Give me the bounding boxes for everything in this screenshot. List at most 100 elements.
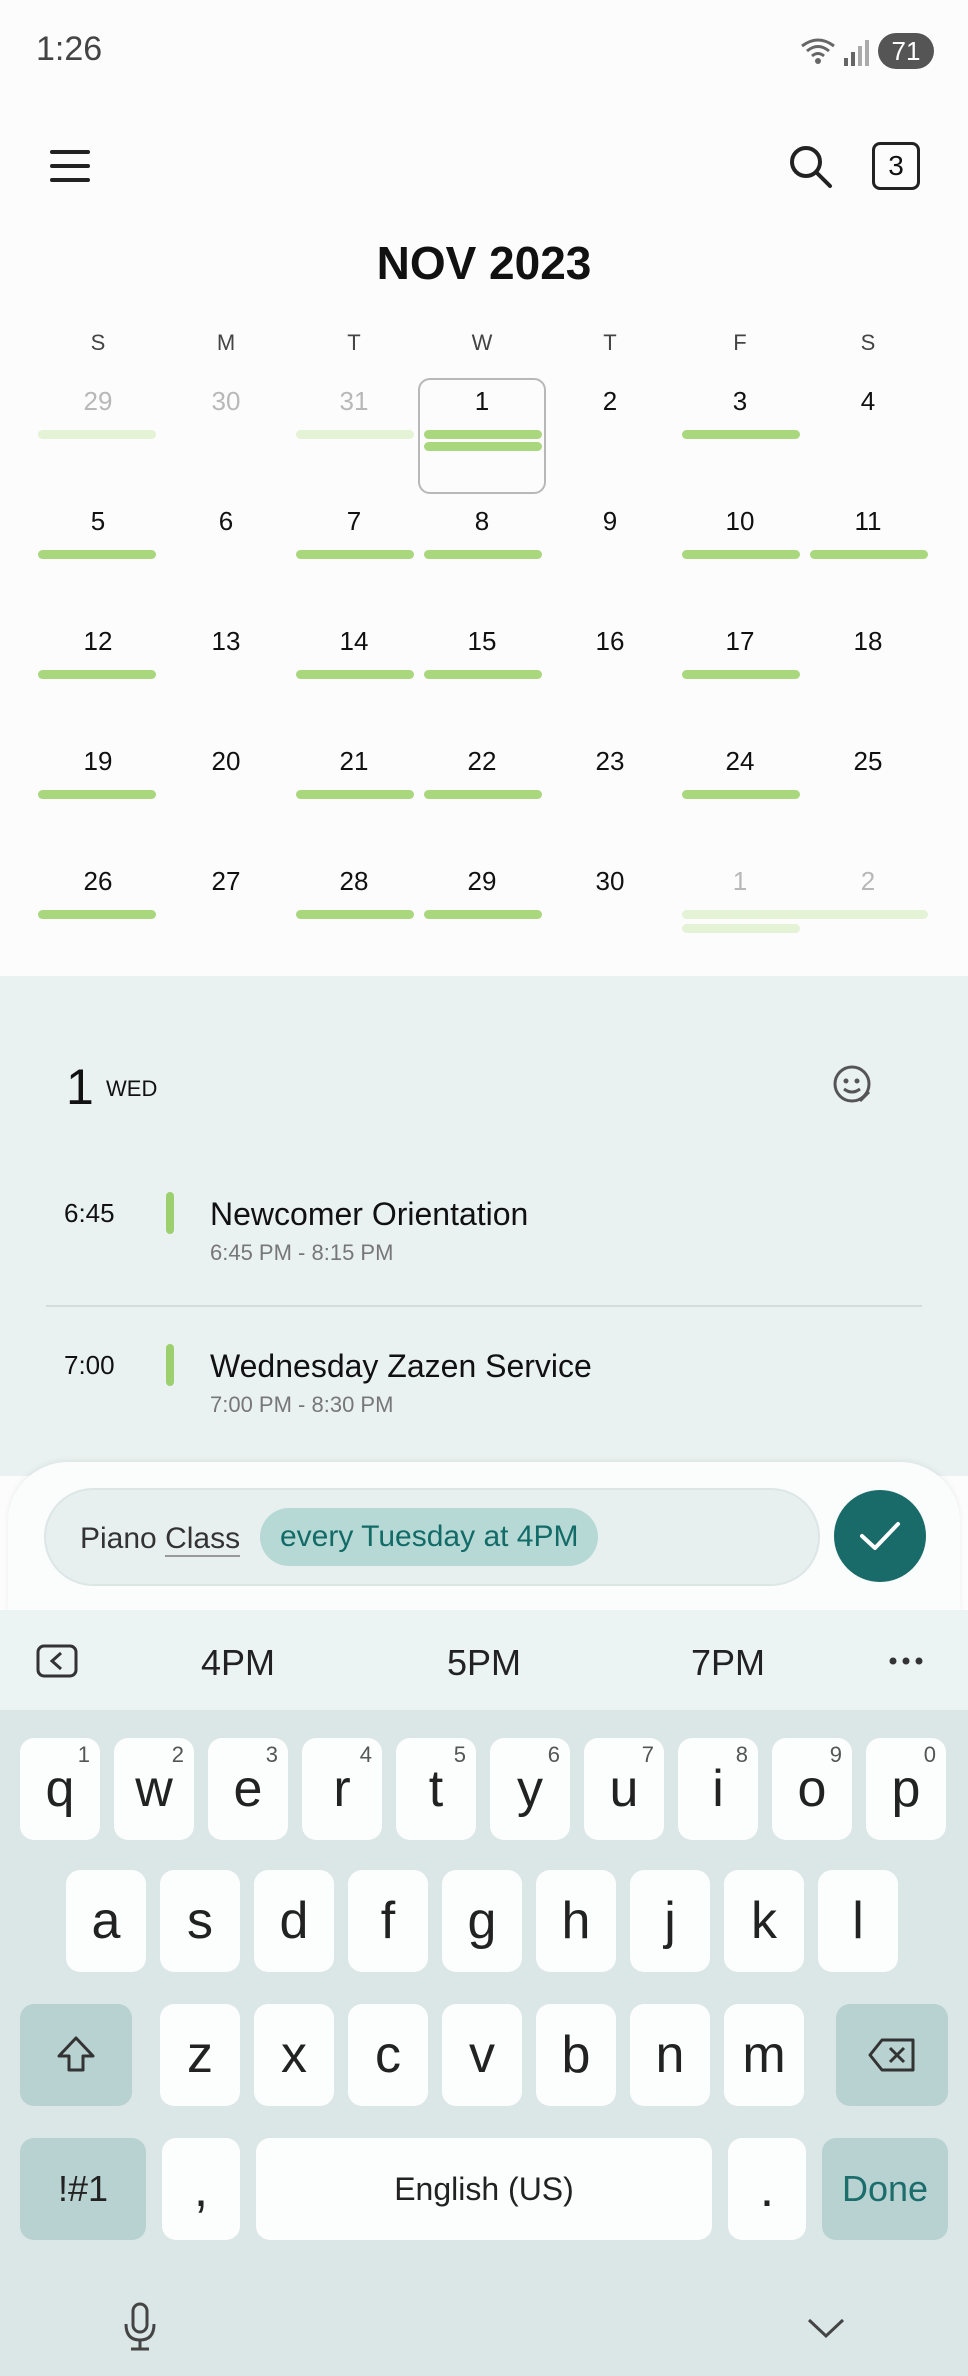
- calendar-day[interactable]: 30: [162, 386, 290, 417]
- key-number-hint: 0: [923, 1742, 936, 1767]
- key-g[interactable]: g: [442, 1870, 522, 1972]
- calendar-day[interactable]: 29: [418, 866, 546, 897]
- symbols-key[interactable]: !#1: [20, 2138, 146, 2240]
- key-r[interactable]: r4: [302, 1738, 382, 1840]
- comma-key[interactable]: ,: [162, 2138, 240, 2240]
- calendar-day[interactable]: 3: [676, 386, 804, 417]
- key-x[interactable]: x: [254, 2004, 334, 2106]
- key-s[interactable]: s: [160, 1870, 240, 1972]
- calendar-day[interactable]: 26: [34, 866, 162, 897]
- weekday-label: F: [733, 330, 747, 355]
- confirm-button[interactable]: [834, 1490, 926, 1582]
- recurrence-chip[interactable]: every Tuesday at 4PM: [260, 1508, 599, 1566]
- suggestion-item[interactable]: 5PM: [404, 1642, 564, 1684]
- calendar-day[interactable]: 12: [34, 626, 162, 657]
- signal-icon: [844, 40, 869, 66]
- calendar-day[interactable]: 14: [290, 626, 418, 657]
- key-u[interactable]: u7: [584, 1738, 664, 1840]
- calendar-day[interactable]: 27: [162, 866, 290, 897]
- key-label: w: [135, 1760, 173, 1818]
- calendar-day[interactable]: 28: [290, 866, 418, 897]
- calendar-day[interactable]: 21: [290, 746, 418, 777]
- space-key[interactable]: English (US): [256, 2138, 712, 2240]
- event-item[interactable]: 6:45 Newcomer Orientation 6:45 PM - 8:15…: [0, 1192, 968, 1298]
- calendar-day[interactable]: 6: [162, 506, 290, 537]
- keyboard-toolbar-back-icon[interactable]: [36, 1644, 78, 1678]
- search-icon[interactable]: [786, 142, 834, 190]
- key-label: o: [797, 1760, 827, 1818]
- key-f[interactable]: f: [348, 1870, 428, 1972]
- calendar-day[interactable]: 16: [546, 626, 674, 657]
- key-number-hint: 3: [265, 1742, 278, 1767]
- calendar-day[interactable]: 2: [804, 866, 932, 897]
- quick-add-input[interactable]: Piano Class every Tuesday at 4PM: [44, 1488, 820, 1586]
- calendar-day[interactable]: 2: [546, 386, 674, 417]
- more-options-icon[interactable]: [888, 1656, 924, 1666]
- key-o[interactable]: o9: [772, 1738, 852, 1840]
- event-time-range: 7:00 PM - 8:30 PM: [210, 1392, 394, 1417]
- period-key[interactable]: .: [728, 2138, 806, 2240]
- event-color-bar: [166, 1192, 174, 1234]
- key-t[interactable]: t5: [396, 1738, 476, 1840]
- key-b[interactable]: b: [536, 2004, 616, 2106]
- key-l[interactable]: l: [818, 1870, 898, 1972]
- key-i[interactable]: i8: [678, 1738, 758, 1840]
- key-h[interactable]: h: [536, 1870, 616, 1972]
- calendar-day[interactable]: 11: [804, 506, 932, 537]
- calendar-day[interactable]: 30: [546, 866, 674, 897]
- key-w[interactable]: w2: [114, 1738, 194, 1840]
- key-k[interactable]: k: [724, 1870, 804, 1972]
- key-label: u: [609, 1760, 639, 1818]
- calendar-day[interactable]: 23: [546, 746, 674, 777]
- month-title[interactable]: NOV 2023: [0, 236, 968, 290]
- key-q[interactable]: q1: [20, 1738, 100, 1840]
- key-number-hint: 6: [547, 1742, 560, 1767]
- event-item[interactable]: 7:00 Wednesday Zazen Service 7:00 PM - 8…: [0, 1344, 968, 1450]
- key-v[interactable]: v: [442, 2004, 522, 2106]
- weekday-label: M: [216, 330, 236, 355]
- calendar-day[interactable]: 1: [676, 866, 804, 897]
- key-d[interactable]: d: [254, 1870, 334, 1972]
- key-y[interactable]: y6: [490, 1738, 570, 1840]
- calendar-day[interactable]: 17: [676, 626, 804, 657]
- key-n[interactable]: n: [630, 2004, 710, 2106]
- key-e[interactable]: e3: [208, 1738, 288, 1840]
- calendar-day[interactable]: 29: [34, 386, 162, 417]
- key-c[interactable]: c: [348, 2004, 428, 2106]
- calendar-day[interactable]: 4: [804, 386, 932, 417]
- calendar-day[interactable]: 13: [162, 626, 290, 657]
- calendar-day[interactable]: 25: [804, 746, 932, 777]
- key-j[interactable]: j: [630, 1870, 710, 1972]
- key-z[interactable]: z: [160, 2004, 240, 2106]
- shift-key[interactable]: [20, 2004, 132, 2106]
- calendar-day[interactable]: 31: [290, 386, 418, 417]
- calendar-day[interactable]: 15: [418, 626, 546, 657]
- menu-icon[interactable]: [50, 148, 94, 184]
- suggestion-item[interactable]: 7PM: [648, 1642, 808, 1684]
- event-bar: [424, 550, 542, 559]
- weekday-label: S: [860, 330, 876, 355]
- calendar-day[interactable]: 19: [34, 746, 162, 777]
- key-number-hint: 8: [735, 1742, 748, 1767]
- calendar-day[interactable]: 24: [676, 746, 804, 777]
- done-key[interactable]: Done: [822, 2138, 948, 2240]
- key-p[interactable]: p0: [866, 1738, 946, 1840]
- calendar-day-selected[interactable]: 1: [418, 386, 546, 417]
- calendar-day[interactable]: 7: [290, 506, 418, 537]
- key-m[interactable]: m: [724, 2004, 804, 2106]
- suggestion-item[interactable]: 4PM: [158, 1642, 318, 1684]
- microphone-icon[interactable]: [122, 2302, 158, 2352]
- key-a[interactable]: a: [66, 1870, 146, 1972]
- hide-keyboard-icon[interactable]: [806, 2316, 846, 2340]
- calendar-day[interactable]: 20: [162, 746, 290, 777]
- today-button[interactable]: 3: [872, 142, 920, 190]
- calendar-day[interactable]: 22: [418, 746, 546, 777]
- event-bar: [682, 924, 800, 933]
- calendar-day[interactable]: 10: [676, 506, 804, 537]
- calendar-day[interactable]: 18: [804, 626, 932, 657]
- sticker-icon[interactable]: [830, 1062, 874, 1106]
- calendar-day[interactable]: 8: [418, 506, 546, 537]
- backspace-key[interactable]: [836, 2004, 948, 2106]
- calendar-day[interactable]: 9: [546, 506, 674, 537]
- calendar-day[interactable]: 5: [34, 506, 162, 537]
